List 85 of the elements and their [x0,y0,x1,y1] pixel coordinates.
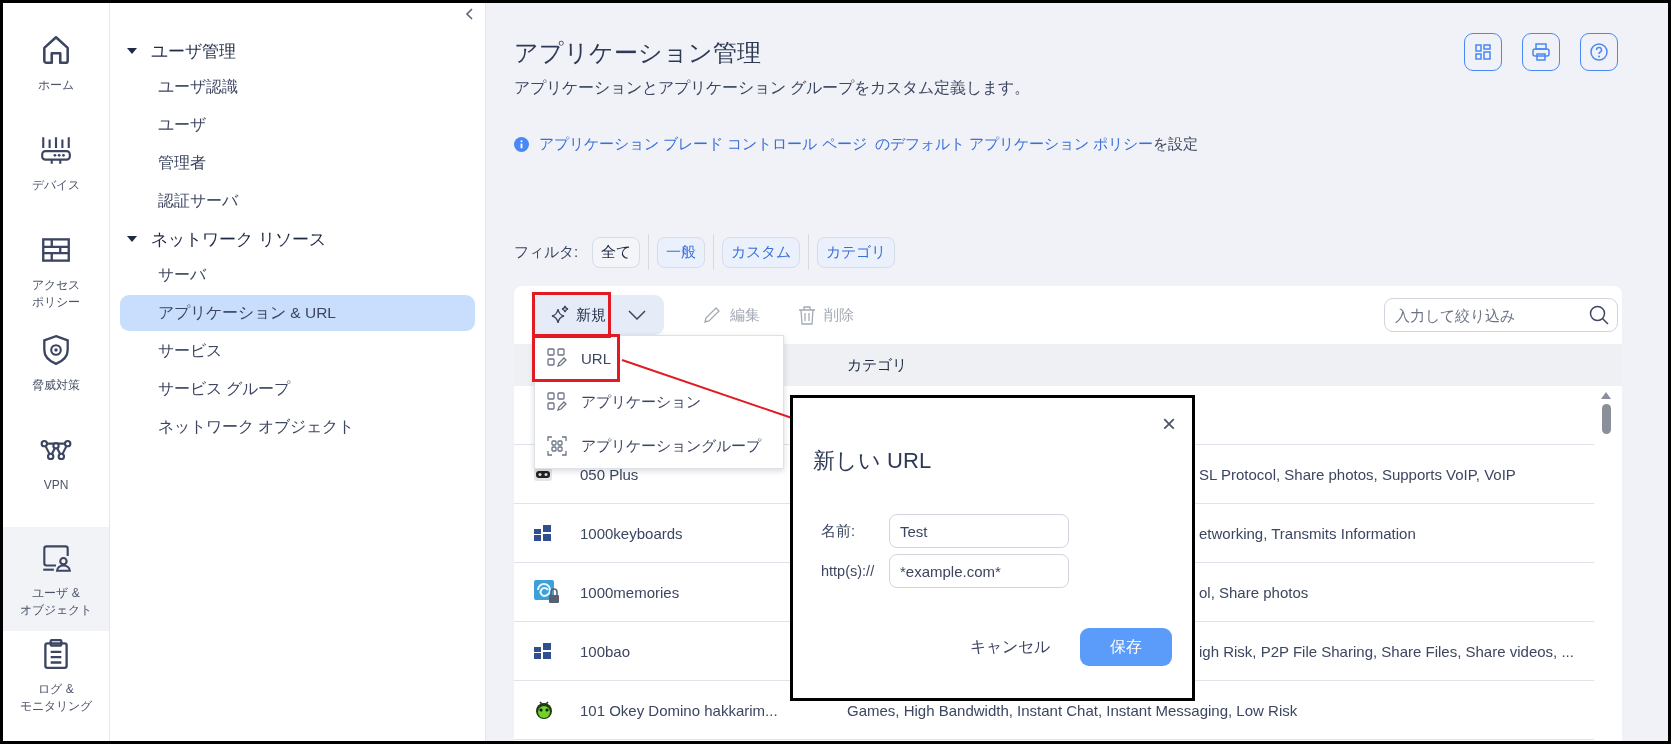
app-name-cell: 101 Okey Domino hakkarim... [580,701,778,719]
category-cell: ol, Share photos [1199,583,1309,601]
category-cell: etworking, Transmits Information [1199,524,1416,542]
info-icon [514,137,529,152]
input-field[interactable]: Test [889,514,1069,548]
category-cell: SL Protocol, Share photos, Supports VoIP, VoIP [1199,465,1516,483]
new-split-button[interactable]: 新規 [532,295,664,335]
filter-chip[interactable]: カテゴリ [817,236,896,268]
caret-down-icon[interactable] [127,47,137,55]
field-label: http(s):// [821,563,876,579]
rail-item[interactable]: 脅威対策 [3,327,109,427]
sidebar-item[interactable]: ユーザ認識 [120,69,475,105]
rail-label: アクセス [32,277,80,294]
rail-item[interactable]: ホーム [3,27,109,127]
sidebar-item[interactable]: アプリケーション & URL [120,295,475,331]
rail-label: ポリシー [32,294,80,312]
category-cell: igh Risk, P2P File Sharing, Share Files, Share videos, ... [1199,642,1574,660]
group-title[interactable]: ネットワーク リソース [151,227,326,251]
group-title[interactable]: ユーザ管理 [151,39,236,63]
bug-icon [534,700,554,720]
swirl-lock-icon [534,580,560,604]
sparkle-icon [550,305,570,325]
filter-chip[interactable]: 全て [592,236,641,268]
column-header[interactable]: カテゴリ [847,355,907,375]
sidebar-item[interactable]: サーバ [120,257,475,293]
filter-chip[interactable]: カスタム [722,236,801,268]
info-text: アプリケーション ブレード コントロール ページ のデフォルト アプリケーション ポリシーを設定 [539,135,1199,154]
rail-item[interactable]: VPN [3,427,109,527]
app-name-cell: 1000keyboards [580,524,683,542]
chevron-left-icon[interactable] [465,7,475,21]
filter-chip[interactable]: 一般 [657,236,706,268]
apps-edit-icon [547,392,567,412]
rail-label: 脅威対策 [32,377,80,394]
input-field[interactable]: *example.com* [889,554,1069,588]
rail-item[interactable]: ユーザ & オブジェクト [3,527,109,631]
menu-item[interactable]: アプリケーショングループ [535,424,783,468]
sidebar-item[interactable]: サービス [120,333,475,369]
page-title: アプリケーション管理 [514,38,762,68]
app-name-cell: 100bao [580,642,631,660]
app-name-cell: 050 Plus [580,465,639,483]
pencil-icon [702,305,722,325]
search-icon [1589,305,1609,325]
caret-down-icon[interactable] [127,235,137,243]
rail-label: デバイス [32,177,80,194]
filter-label: フィルタ: [514,242,579,262]
close-button[interactable]: × [1162,412,1176,436]
field-label: 名前: [821,521,857,541]
menu-item[interactable]: アプリケーション [535,380,783,424]
rail-label: VPN [43,477,69,494]
rail-label: ホーム [38,77,74,94]
default-policy-link[interactable]: のデフォルト アプリケーション ポリシー [874,135,1154,152]
layout-icon [1474,43,1492,61]
rail-item[interactable]: ログ & モニタリング [3,631,109,731]
sidebar-item[interactable]: ユーザ [120,107,475,143]
menu-item[interactable]: URL [535,336,783,380]
rail-label: ユーザ & [32,585,80,602]
scrollbar-drawing[interactable] [1600,390,1612,434]
sidebar-item[interactable]: サービス グループ [120,371,475,407]
trash-icon [798,305,816,325]
rail-label: オブジェクト [20,602,92,620]
apps-frame-icon [547,436,567,456]
tiles-icon [534,643,552,659]
dialog-title: 新しい URL [813,447,933,475]
help-icon [1589,42,1609,62]
cancel-button[interactable]: キャンセル [970,636,1050,658]
sidebar-item[interactable]: 認証サーバ [120,183,475,219]
rail-item[interactable]: アクセス ポリシー [3,227,109,327]
print-button[interactable] [1522,33,1560,71]
layout-button[interactable] [1464,33,1502,71]
sidebar-item[interactable]: ネットワーク オブジェクト [120,409,475,445]
rail-label: モニタリング [20,698,92,716]
search-field[interactable]: 入力して絞り込み [1384,298,1618,332]
rail-label: ログ & [38,681,74,698]
tiles-icon [534,525,552,541]
sidebar-item[interactable]: 管理者 [120,145,475,181]
apps-edit-icon [547,348,567,368]
printer-icon [1531,42,1551,62]
new-label[interactable]: 新規 [576,305,606,325]
rail-item[interactable]: デバイス [3,127,109,227]
blade-control-link[interactable]: アプリケーション ブレード コントロール ページ [539,135,867,152]
chevron-down-icon[interactable] [628,310,646,320]
app-name-cell: 1000memories [580,583,680,601]
page-subtitle: アプリケーションとアプリケーション グループをカスタム定義します。 [514,78,1031,98]
category-cell: Games, High Bandwidth, Instant Chat, Instant Messaging, Low Risk [847,701,1298,719]
help-button[interactable] [1580,33,1618,71]
